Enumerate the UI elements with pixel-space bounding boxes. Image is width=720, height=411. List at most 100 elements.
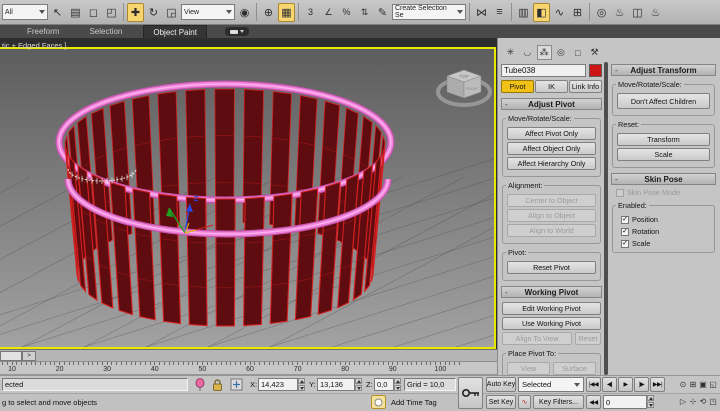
tab-selection[interactable]: Selection [80, 25, 131, 38]
schematic-view-icon[interactable]: ⊞ [569, 3, 586, 22]
snaps-toggle-icon[interactable]: 3 [302, 3, 319, 22]
current-frame-field[interactable]: 0 [603, 395, 647, 409]
notification-balloon-icon[interactable] [194, 378, 206, 392]
affect-hierarchy-only-button[interactable]: Affect Hierarchy Only [507, 157, 596, 170]
zoom-extents-icon[interactable]: ▣ [698, 378, 708, 391]
reset-pivot-button[interactable]: Reset Pivot [507, 261, 596, 274]
dont-affect-children-button[interactable]: Don't Affect Children [617, 93, 710, 109]
zoom-all-icon[interactable]: ⊞ [688, 378, 698, 391]
layer-manager-icon[interactable]: ▥ [515, 3, 532, 22]
selection-filter-dropdown[interactable]: All [2, 4, 48, 20]
align-icon[interactable]: ≡ [491, 3, 508, 22]
walkthrough-icon[interactable]: ▷ [678, 395, 688, 408]
ik-mode-button[interactable]: IK [535, 80, 568, 93]
angle-snap-icon[interactable]: ∠ [320, 3, 337, 22]
absolute-offset-toggle-icon[interactable] [229, 377, 244, 393]
x-coordinate-field[interactable]: 14,423 [258, 378, 298, 391]
display-tab-icon[interactable]: □ [570, 45, 585, 60]
edit-named-selections-icon[interactable]: ✎ [374, 3, 391, 22]
working-pivot-rollout-header[interactable]: - Working Pivot [501, 286, 602, 298]
keyboard-override-icon[interactable]: ▦ [278, 3, 295, 22]
affect-pivot-only-button[interactable]: Affect Pivot Only [507, 127, 596, 140]
adjust-pivot-rollout-header[interactable]: - Adjust Pivot [501, 98, 602, 110]
previous-frame-icon[interactable]: ◀| [602, 377, 617, 392]
reset-transform-button[interactable]: Transform [617, 133, 710, 146]
rotation-checkbox[interactable]: ✓ Rotation [621, 227, 711, 236]
command-panel-scrollbar[interactable] [604, 62, 608, 375]
mirror-icon[interactable]: ⋈ [473, 3, 490, 22]
tab-freeform[interactable]: Freeform [18, 25, 68, 38]
set-key-button[interactable]: Set Key [486, 395, 516, 409]
window-crossing-icon[interactable]: ◰ [103, 3, 120, 22]
ribbon-toggle-icon[interactable]: ◧ [533, 3, 550, 22]
key-mode-toggle-icon[interactable]: ◀◀ [586, 395, 601, 409]
maximize-viewport-icon[interactable]: ◳ [708, 395, 718, 408]
center-to-object-button[interactable]: Center to Object [507, 194, 596, 207]
pivot-mode-button[interactable]: Pivot [501, 80, 534, 93]
y-coordinate-field[interactable]: 13,136 [317, 378, 355, 391]
render-production-icon[interactable]: ♨ [647, 3, 664, 22]
align-to-object-button[interactable]: Align to Object [507, 209, 596, 222]
edit-working-pivot-button[interactable]: Edit Working Pivot [502, 302, 601, 315]
align-to-world-button[interactable]: Align to World [507, 224, 596, 237]
affect-object-only-button[interactable]: Affect Object Only [507, 142, 596, 155]
create-tab-icon[interactable]: ✳ [503, 45, 518, 60]
skin-pose-mode-checkbox[interactable]: Skin Pose Mode [616, 188, 716, 197]
reference-coordinate-dropdown[interactable]: View [181, 4, 235, 20]
next-frame-icon[interactable]: |▶ [634, 377, 649, 392]
object-color-swatch[interactable] [589, 64, 602, 77]
select-and-move-icon[interactable]: ✚ [127, 3, 144, 22]
render-setup-icon[interactable]: ♨ [611, 3, 628, 22]
modify-tab-icon[interactable]: ◡ [520, 45, 535, 60]
rendered-frame-icon[interactable]: ◫ [629, 3, 646, 22]
set-keys-button[interactable] [458, 377, 483, 409]
go-to-start-icon[interactable]: |◀◀ [586, 377, 601, 392]
tab-object-paint[interactable]: Object Paint [143, 25, 207, 38]
key-filters-button[interactable]: Key Filters... [533, 395, 584, 409]
align-to-view-button[interactable]: Align To View [502, 332, 572, 345]
arc-rotate-icon[interactable]: ⟲ [698, 395, 708, 408]
selection-region-icon[interactable]: ◻ [85, 3, 102, 22]
default-in-out-tangents-icon[interactable]: ∿ [518, 395, 531, 409]
track-bar[interactable]: 102030405060708090100 [0, 362, 497, 375]
reset-scale-button[interactable]: Scale [617, 148, 710, 161]
use-pivot-point-icon[interactable]: ◉ [236, 3, 253, 22]
zoom-icon[interactable]: ⊙ [678, 378, 688, 391]
adjust-transform-rollout-header[interactable]: - Adjust Transform [611, 64, 716, 76]
hierarchy-tab-icon[interactable]: ⁂ [537, 45, 552, 60]
spinner-snap-icon[interactable]: ⇅ [356, 3, 373, 22]
perspective-viewport[interactable]: ZTOPFRONT [0, 47, 496, 349]
scale-checkbox[interactable]: ✓ Scale [621, 239, 711, 248]
position-checkbox[interactable]: ✓ Position [621, 215, 711, 224]
key-set-dropdown[interactable]: Selected [518, 377, 584, 392]
use-working-pivot-button[interactable]: Use Working Pivot [502, 317, 601, 330]
object-name-field[interactable]: Tube038 [501, 64, 586, 77]
time-slider[interactable]: > [0, 349, 497, 362]
ribbon-minimize-button[interactable] [225, 27, 249, 36]
named-selection-sets-dropdown[interactable]: Create Selection Se [392, 4, 466, 20]
pan-icon[interactable]: ⊹ [688, 395, 698, 408]
reset-button[interactable]: Reset [575, 332, 601, 345]
material-editor-icon[interactable]: ◎ [593, 3, 610, 22]
place-pivot-surface-button[interactable]: Surface [553, 362, 596, 375]
y-spinner[interactable] [355, 378, 362, 391]
z-coordinate-field[interactable]: 0,0 [374, 378, 394, 391]
auto-key-button[interactable]: Auto Key [486, 377, 516, 392]
skin-pose-rollout-header[interactable]: - Skin Pose [611, 173, 716, 185]
play-icon[interactable]: ▶ [618, 377, 633, 392]
select-and-manipulate-icon[interactable]: ⊕ [260, 3, 277, 22]
percent-snap-icon[interactable]: % [338, 3, 355, 22]
select-object-icon[interactable]: ↖ [49, 3, 66, 22]
x-spinner[interactable] [298, 378, 305, 391]
z-spinner[interactable] [394, 378, 401, 391]
add-time-tag-label[interactable]: Add Time Tag [391, 398, 437, 407]
place-pivot-view-button[interactable]: View [507, 362, 550, 375]
next-frame-arrow-button[interactable]: > [22, 351, 36, 361]
selection-lock-icon[interactable] [211, 378, 224, 392]
frame-spinner[interactable] [647, 395, 654, 408]
zoom-region-icon[interactable]: ◱ [708, 378, 718, 391]
select-by-name-icon[interactable]: ▤ [67, 3, 84, 22]
link-info-mode-button[interactable]: Link Info [569, 80, 602, 93]
select-and-scale-icon[interactable]: ◲ [163, 3, 180, 22]
time-slider-handle[interactable] [0, 351, 22, 361]
